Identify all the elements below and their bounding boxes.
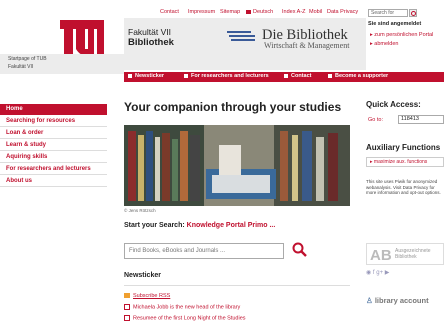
page-title: Your companion through your studies [124, 100, 342, 114]
person-icon: ♙ [366, 296, 373, 305]
news-label: Michaela Jobb is the new head of the lib… [133, 304, 241, 311]
rss-icon[interactable]: ◉ [366, 270, 371, 276]
site-search-input[interactable]: Search for [368, 9, 408, 17]
news-label: Subscribe RSS [133, 293, 171, 299]
catalog-search-input[interactable]: Find Books, eBooks and Journals ... [124, 243, 284, 259]
nav-label: Newsticker [135, 73, 165, 79]
library-logo-icon [227, 31, 255, 41]
personal-portal-link[interactable]: ▸ zum persönlichen Portal [370, 32, 433, 38]
sidebar-item-loan[interactable]: Loan & order [0, 128, 107, 139]
maximize-aux-button[interactable]: ▸ maximize aux. functions [366, 157, 444, 167]
news-item[interactable]: Michaela Jobb is the new head of the lib… [124, 304, 240, 310]
nav-label: For researchers and lecturers [191, 73, 269, 79]
nav-contact[interactable]: Contact [284, 73, 311, 79]
sidebar-item-skills[interactable]: Aquiring skills [0, 152, 107, 163]
square-icon [128, 73, 132, 78]
rss-link[interactable]: Subscribe RSS [124, 293, 170, 299]
main-navbar: Newsticker For researchers and lecturers… [124, 72, 444, 82]
nav-label: Become a supporter [335, 73, 389, 79]
faculty-line2: Bibliothek [128, 37, 174, 48]
personal-portal-label: zum persönlichen Portal [374, 32, 434, 38]
library-subtitle: Wirtschaft & Management [264, 41, 350, 50]
rss-icon [124, 293, 130, 299]
login-title: Sie sind angemeldet [368, 21, 422, 27]
arrow-icon [124, 304, 130, 310]
top-link-index[interactable]: Index A-Z [282, 9, 306, 15]
youtube-icon[interactable]: ▶ [385, 270, 390, 276]
goto-label: Go to: [368, 117, 383, 123]
nav-newsticker[interactable]: Newsticker [128, 73, 164, 79]
social-links: ◉ f g+ ▶ [366, 269, 389, 276]
nav-supporter[interactable]: Become a supporter [328, 73, 388, 79]
top-link-mobil[interactable]: Mobil [309, 9, 322, 15]
newsticker-title: Newsticker [124, 272, 161, 279]
top-link-privacy[interactable]: Data Privacy [327, 9, 358, 15]
award-text: Ausgezeichnete Bibliothek [395, 248, 431, 260]
news-label: Resumee of the first Long Night of the S… [133, 315, 246, 322]
piwik-notice: This site uses Piwik for anonymized weba… [366, 179, 441, 195]
nav-label: Contact [291, 73, 312, 79]
logout-link[interactable]: ▸ abmelden [370, 41, 398, 47]
library-account-label: library account [374, 296, 429, 305]
magnifier-icon[interactable] [292, 242, 308, 258]
top-link-sitemap[interactable]: Sitemap [220, 9, 240, 15]
library-account-link[interactable]: ♙ library account [366, 296, 429, 305]
square-icon [328, 73, 332, 78]
ab-logo-icon: AB [370, 247, 392, 264]
top-link-impressum[interactable]: Impressum [188, 9, 215, 15]
search-heading: Start your Search: Knowledge Portal Prim… [124, 222, 275, 229]
logout-label: abmelden [374, 41, 399, 47]
faculty-line1: Fakultät VII [128, 27, 171, 37]
primo-link[interactable]: Knowledge Portal Primo ... [187, 222, 276, 229]
search-prefix: Start your Search: [124, 222, 185, 229]
goto-input[interactable]: 118413 [398, 115, 444, 124]
aux-button-label: maximize aux. functions [373, 159, 428, 165]
divider [124, 285, 350, 286]
arrow-icon [124, 315, 130, 321]
square-icon [184, 73, 188, 78]
search-icon[interactable] [409, 9, 417, 17]
breadcrumb-item[interactable]: Startpage of TUB [8, 56, 47, 62]
tu-berlin-logo[interactable] [60, 20, 104, 58]
facebook-icon[interactable]: f [373, 270, 375, 276]
sidebar-item-learn[interactable]: Learn & study [0, 140, 107, 151]
flag-icon [246, 10, 251, 14]
sidebar-item-searching[interactable]: Searching for resources [0, 116, 107, 127]
aux-functions-title: Auxiliary Functions [366, 143, 441, 152]
breadcrumb-item[interactable]: Fakultät VII [8, 64, 33, 70]
sidebar-item-researchers[interactable]: For researchers and lecturers [0, 164, 107, 175]
faculty-label: Fakultät VII Bibliothek [128, 27, 174, 48]
quick-access-title: Quick Access: [366, 100, 421, 109]
square-icon [284, 73, 288, 78]
top-link-contact[interactable]: Contact [160, 9, 179, 15]
sidebar-item-home[interactable]: Home [0, 104, 107, 115]
sidebar-item-about[interactable]: About us [0, 176, 107, 187]
news-item[interactable]: Resumee of the first Long Night of the S… [124, 315, 246, 321]
top-link-deutsch[interactable]: Deutsch [253, 9, 273, 15]
nav-researchers[interactable]: For researchers and lecturers [184, 73, 269, 79]
google-plus-icon[interactable]: g+ [376, 270, 383, 276]
hero-photo [124, 125, 350, 206]
photo-credit: © Jens Rötzsch [124, 208, 156, 213]
